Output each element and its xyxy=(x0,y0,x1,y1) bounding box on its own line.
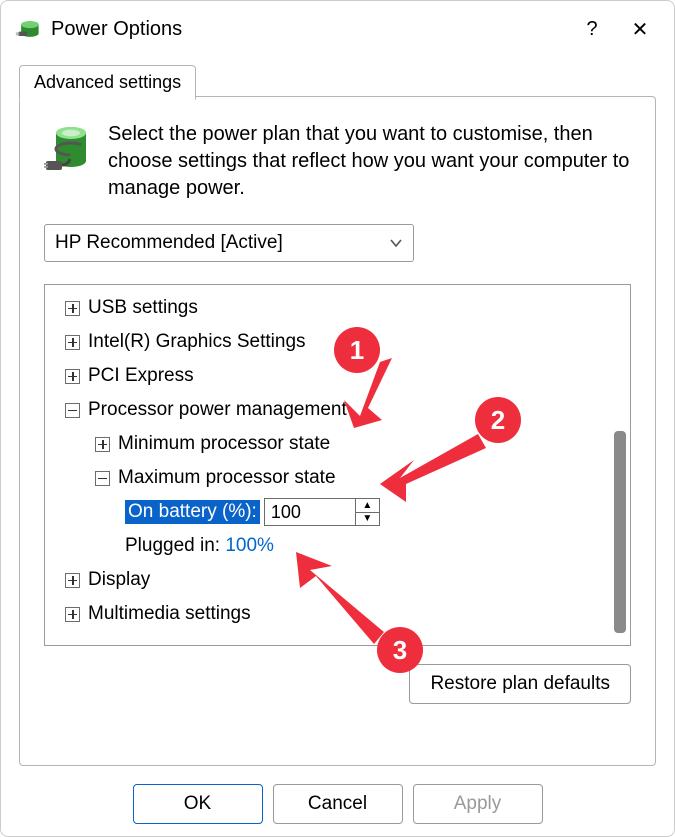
help-button[interactable]: ? xyxy=(568,9,616,49)
power-plan-value: HP Recommended [Active] xyxy=(55,232,283,254)
collapse-icon[interactable] xyxy=(65,403,80,418)
tree-item-intel-graphics[interactable]: Intel(R) Graphics Settings xyxy=(51,325,606,359)
close-button[interactable]: ✕ xyxy=(616,9,664,49)
dialog-buttons: OK Cancel Apply xyxy=(1,784,674,824)
tree-item-maximum-processor-state[interactable]: Maximum processor state xyxy=(51,461,606,495)
tree-item-pci-express[interactable]: PCI Express xyxy=(51,359,606,393)
tab-advanced-settings[interactable]: Advanced settings xyxy=(19,65,196,100)
power-plan-icon xyxy=(15,15,43,43)
chevron-down-icon xyxy=(389,236,403,250)
tree-label: PCI Express xyxy=(88,365,194,387)
restore-plan-defaults-button[interactable]: Restore plan defaults xyxy=(409,664,631,704)
tree-item-display[interactable]: Display xyxy=(51,563,606,597)
tree-label: Multimedia settings xyxy=(88,603,251,625)
scrollbar[interactable] xyxy=(612,291,626,639)
on-battery-label[interactable]: On battery (%): xyxy=(125,500,260,524)
expand-icon[interactable] xyxy=(65,301,80,316)
tree-label: Processor power management xyxy=(88,399,347,421)
tree-item-multimedia-settings[interactable]: Multimedia settings xyxy=(51,597,606,631)
tree-item-battery[interactable]: Battery xyxy=(51,631,606,639)
spinner-down-icon[interactable]: ▼ xyxy=(356,513,379,526)
intro-text: Select the power plan that you want to c… xyxy=(108,121,631,202)
expand-icon[interactable] xyxy=(65,607,80,622)
settings-tree: USB settings Intel(R) Graphics Settings … xyxy=(44,284,631,646)
expand-icon[interactable] xyxy=(65,573,80,588)
expand-icon[interactable] xyxy=(65,369,80,384)
tree-item-processor-power-management[interactable]: Processor power management xyxy=(51,393,606,427)
plugged-in-value[interactable]: 100% xyxy=(225,535,274,557)
tree-item-minimum-processor-state[interactable]: Minimum processor state xyxy=(51,427,606,461)
spinner-buttons: ▲ ▼ xyxy=(355,499,379,525)
tree-label: Display xyxy=(88,569,150,591)
expand-icon[interactable] xyxy=(95,437,110,452)
on-battery-input[interactable] xyxy=(265,499,355,525)
on-battery-spinner[interactable]: ▲ ▼ xyxy=(264,498,380,526)
power-plan-dropdown[interactable]: HP Recommended [Active] xyxy=(44,224,414,262)
advanced-settings-panel: Select the power plan that you want to c… xyxy=(19,96,656,766)
titlebar: Power Options ? ✕ xyxy=(1,1,674,57)
apply-button: Apply xyxy=(413,784,543,824)
tree-label: Intel(R) Graphics Settings xyxy=(88,331,306,353)
tree-label: Battery xyxy=(88,637,148,639)
plugged-in-label: Plugged in: xyxy=(125,535,220,557)
spinner-up-icon[interactable]: ▲ xyxy=(356,499,379,513)
ok-button[interactable]: OK xyxy=(133,784,263,824)
expand-icon[interactable] xyxy=(65,335,80,350)
battery-plug-icon xyxy=(44,121,90,185)
setting-on-battery: On battery (%): ▲ ▼ xyxy=(51,495,606,529)
cancel-button[interactable]: Cancel xyxy=(273,784,403,824)
tree-label: USB settings xyxy=(88,297,198,319)
intro-row: Select the power plan that you want to c… xyxy=(44,121,631,202)
scrollbar-thumb[interactable] xyxy=(614,431,626,633)
power-options-dialog: Power Options ? ✕ Advanced settings Sele… xyxy=(0,0,675,837)
window-title: Power Options xyxy=(51,18,568,41)
setting-plugged-in[interactable]: Plugged in: 100% xyxy=(51,529,606,563)
tree-label: Minimum processor state xyxy=(118,433,330,455)
tree-item-usb-settings[interactable]: USB settings xyxy=(51,291,606,325)
tree-label: Maximum processor state xyxy=(118,467,336,489)
collapse-icon[interactable] xyxy=(95,471,110,486)
